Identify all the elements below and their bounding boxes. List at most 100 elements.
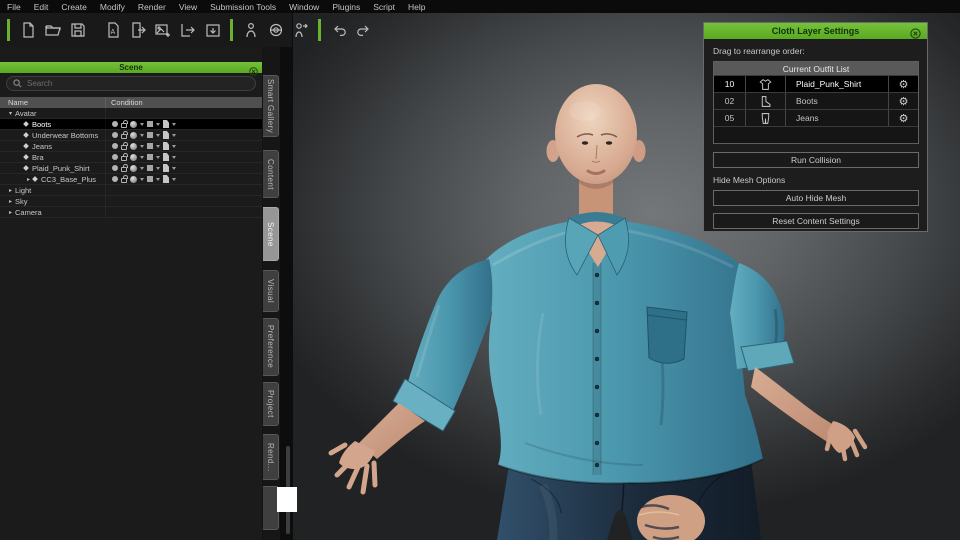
menu-modify[interactable]: Modify bbox=[100, 2, 125, 12]
export-document-icon[interactable] bbox=[125, 18, 150, 42]
mesh-cube-icon[interactable] bbox=[147, 143, 153, 149]
script-page-icon[interactable] bbox=[163, 175, 169, 183]
save-project-icon[interactable] bbox=[65, 18, 90, 42]
menu-edit[interactable]: Edit bbox=[34, 2, 49, 12]
side-tab-rend[interactable]: Rend... bbox=[263, 434, 279, 480]
material-sphere-icon[interactable] bbox=[130, 131, 137, 139]
mesh-cube-icon[interactable] bbox=[147, 154, 153, 160]
dropdown-caret-icon[interactable] bbox=[140, 122, 144, 126]
menu-render[interactable]: Render bbox=[138, 2, 166, 12]
run-collision-button[interactable]: Run Collision bbox=[713, 152, 919, 168]
cloth-panel-close-icon[interactable] bbox=[910, 26, 921, 39]
script-page-icon[interactable] bbox=[163, 120, 169, 128]
side-tab-preference[interactable]: Preference bbox=[263, 318, 279, 376]
material-sphere-icon[interactable] bbox=[130, 164, 137, 172]
scene-panel-close-icon[interactable] bbox=[249, 63, 258, 76]
dropdown-caret-icon[interactable] bbox=[156, 177, 160, 181]
dropdown-caret-icon[interactable] bbox=[156, 166, 160, 170]
reset-content-settings-button[interactable]: Reset Content Settings bbox=[713, 213, 919, 229]
outfit-row-boots[interactable]: 02 Boots ⚙ bbox=[714, 92, 918, 109]
menu-submission-tools[interactable]: Submission Tools bbox=[210, 2, 276, 12]
dropdown-caret-icon[interactable] bbox=[140, 155, 144, 159]
side-tab-project[interactable]: Project bbox=[263, 382, 279, 426]
side-tab-content[interactable]: Content bbox=[263, 150, 279, 198]
dropdown-caret-icon[interactable] bbox=[156, 122, 160, 126]
lock-icon[interactable] bbox=[121, 174, 128, 183]
redo-icon[interactable] bbox=[351, 18, 376, 42]
visibility-icon[interactable] bbox=[112, 154, 118, 160]
dropdown-caret-icon[interactable] bbox=[140, 133, 144, 137]
expander-icon[interactable]: ▸ bbox=[6, 198, 15, 205]
dropdown-caret-icon[interactable] bbox=[172, 144, 176, 148]
tree-row-light[interactable]: ▸ Light bbox=[0, 185, 262, 196]
script-page-icon[interactable] bbox=[163, 164, 169, 172]
content-pack-icon[interactable] bbox=[200, 18, 225, 42]
auto-hide-mesh-button[interactable]: Auto Hide Mesh bbox=[713, 190, 919, 206]
undo-icon[interactable] bbox=[326, 18, 351, 42]
tree-row-plaid-punk-shirt[interactable]: Plaid_Punk_Shirt bbox=[0, 163, 262, 174]
lock-icon[interactable] bbox=[121, 152, 128, 161]
tree-row-bra[interactable]: Bra bbox=[0, 152, 262, 163]
open-project-icon[interactable] bbox=[40, 18, 65, 42]
menu-help[interactable]: Help bbox=[408, 2, 425, 12]
menu-window[interactable]: Window bbox=[289, 2, 319, 12]
outfit-row-plaid-punk-shirt[interactable]: 10 Plaid_Punk_Shirt ⚙ bbox=[714, 75, 918, 92]
new-project-icon[interactable] bbox=[15, 18, 40, 42]
script-page-icon[interactable] bbox=[163, 142, 169, 150]
dropdown-caret-icon[interactable] bbox=[172, 177, 176, 181]
side-tab-visual[interactable]: Visual bbox=[263, 270, 279, 312]
pose-icon[interactable] bbox=[288, 18, 313, 42]
tree-row-boots[interactable]: Boots bbox=[0, 119, 262, 130]
gear-icon[interactable]: ⚙ bbox=[888, 76, 918, 92]
menu-script[interactable]: Script bbox=[373, 2, 395, 12]
tree-row-underwear-bottoms[interactable]: Underwear Bottoms bbox=[0, 130, 262, 141]
tree-row-avatar[interactable]: ▾ Avatar bbox=[0, 108, 262, 119]
tree-row-sky[interactable]: ▸ Sky bbox=[0, 196, 262, 207]
dropdown-caret-icon[interactable] bbox=[156, 144, 160, 148]
menu-file[interactable]: File bbox=[7, 2, 21, 12]
image-export-icon[interactable] bbox=[150, 18, 175, 42]
script-page-icon[interactable] bbox=[163, 131, 169, 139]
visibility-icon[interactable] bbox=[112, 176, 118, 182]
dropdown-caret-icon[interactable] bbox=[172, 122, 176, 126]
dropdown-caret-icon[interactable] bbox=[172, 133, 176, 137]
outfit-row-jeans[interactable]: 05 Jeans ⚙ bbox=[714, 109, 918, 126]
export-icon[interactable] bbox=[175, 18, 200, 42]
search-box[interactable] bbox=[6, 76, 256, 91]
lock-icon[interactable] bbox=[121, 119, 128, 128]
dropdown-caret-icon[interactable] bbox=[140, 144, 144, 148]
tree-row-camera[interactable]: ▸ Camera bbox=[0, 207, 262, 218]
mesh-cube-icon[interactable] bbox=[147, 165, 153, 171]
expander-icon[interactable]: ▸ bbox=[6, 209, 15, 216]
lock-icon[interactable] bbox=[121, 130, 128, 139]
mesh-cube-icon[interactable] bbox=[147, 176, 153, 182]
material-sphere-icon[interactable] bbox=[130, 142, 137, 150]
character-icon[interactable] bbox=[238, 18, 263, 42]
menu-plugins[interactable]: Plugins bbox=[332, 2, 360, 12]
mesh-cube-icon[interactable] bbox=[147, 121, 153, 127]
visibility-icon[interactable] bbox=[112, 132, 118, 138]
tree-row-cc3-base-plus[interactable]: ▸ CC3_Base_Plus bbox=[0, 174, 262, 185]
lock-icon[interactable] bbox=[121, 141, 128, 150]
material-sphere-icon[interactable] bbox=[130, 153, 137, 161]
side-tab-scene[interactable]: Scene bbox=[263, 207, 279, 261]
dropdown-caret-icon[interactable] bbox=[140, 177, 144, 181]
dropdown-caret-icon[interactable] bbox=[140, 166, 144, 170]
visibility-icon[interactable] bbox=[112, 121, 118, 127]
visibility-icon[interactable] bbox=[112, 165, 118, 171]
expander-icon[interactable]: ▸ bbox=[6, 187, 15, 194]
lock-icon[interactable] bbox=[121, 163, 128, 172]
menu-create[interactable]: Create bbox=[61, 2, 87, 12]
gear-icon[interactable]: ⚙ bbox=[888, 110, 918, 126]
import-document-icon[interactable]: A bbox=[100, 18, 125, 42]
script-page-icon[interactable] bbox=[163, 153, 169, 161]
dropdown-caret-icon[interactable] bbox=[172, 166, 176, 170]
mesh-cube-icon[interactable] bbox=[147, 132, 153, 138]
dropdown-caret-icon[interactable] bbox=[172, 155, 176, 159]
material-sphere-icon[interactable] bbox=[130, 175, 137, 183]
material-sphere-icon[interactable] bbox=[130, 120, 137, 128]
tree-row-jeans[interactable]: Jeans bbox=[0, 141, 262, 152]
menu-view[interactable]: View bbox=[179, 2, 197, 12]
gear-icon[interactable]: ⚙ bbox=[888, 93, 918, 109]
expander-icon[interactable]: ▾ bbox=[6, 110, 15, 117]
